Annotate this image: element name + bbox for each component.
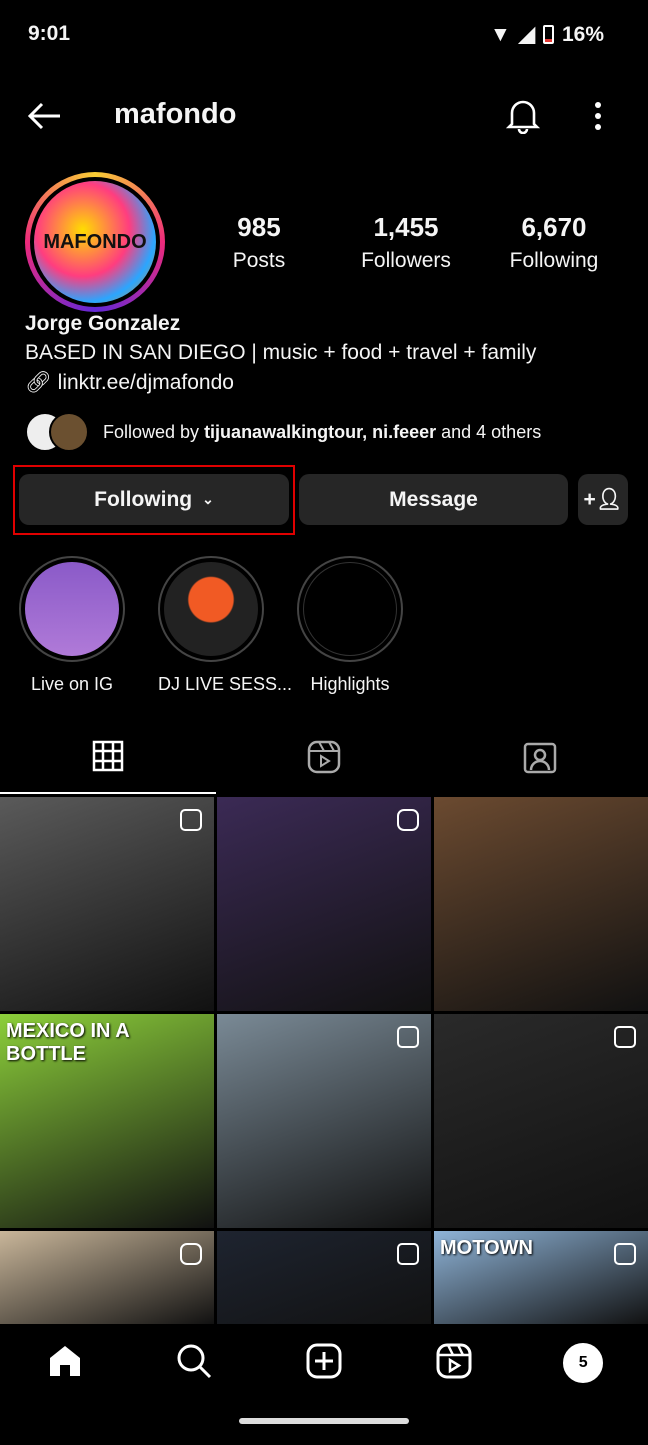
mutual-avatars (25, 412, 89, 452)
profile-username: mafondo (114, 98, 237, 130)
post-thumbnail[interactable] (217, 1231, 431, 1324)
post-thumbnail[interactable]: MOTOWN (434, 1231, 648, 1324)
post-thumbnail[interactable] (217, 797, 431, 1011)
reel-icon (180, 1243, 202, 1265)
stat-posts[interactable]: 985 Posts (222, 212, 296, 273)
battery-level: 16% (561, 22, 604, 46)
stat-following[interactable]: 6,670 Following (496, 212, 612, 273)
profile-bio: BASED IN SAN DIEGO | music + food + trav… (25, 341, 537, 364)
home-icon[interactable] (45, 1343, 85, 1383)
status-icons: ▼ ◢ 16% (490, 22, 604, 47)
highlight-highlights[interactable]: Highlights (297, 556, 403, 695)
message-button[interactable]: Message (299, 474, 568, 525)
carousel-icon (614, 1243, 636, 1265)
signal-icon: ◢ (518, 23, 535, 46)
reels-nav-icon[interactable] (434, 1343, 474, 1383)
highlight-dj-live[interactable]: DJ LIVE SESS... (158, 556, 292, 695)
post-caption-text: MOTOWN (440, 1237, 533, 1259)
home-indicator[interactable] (239, 1418, 409, 1424)
tagged-icon (523, 742, 557, 774)
link-icon: 🔗︎ (25, 371, 52, 394)
tab-tagged[interactable] (432, 720, 648, 794)
carousel-icon (397, 1243, 419, 1265)
profile-tabs (0, 720, 648, 794)
carousel-icon (180, 809, 202, 831)
search-icon[interactable] (174, 1343, 214, 1383)
post-caption-text: MEXICO IN A BOTTLE (6, 1020, 129, 1065)
profile-name: Jorge Gonzalez (25, 312, 181, 335)
carousel-icon (397, 1026, 419, 1048)
post-thumbnail[interactable] (434, 797, 648, 1011)
profile-avatar[interactable]: MAFONDO (25, 172, 165, 312)
carousel-icon (614, 1026, 636, 1048)
reels-icon (307, 740, 341, 774)
profile-link[interactable]: 🔗︎ linktr.ee/djmafondo (25, 371, 234, 395)
battery-icon (542, 25, 554, 44)
tab-posts[interactable] (0, 720, 216, 794)
reel-icon (397, 809, 419, 831)
bell-icon[interactable] (506, 98, 540, 134)
suggest-users-button[interactable]: +👤︎ (578, 474, 628, 525)
profile-nav-avatar[interactable]: 5 (563, 1343, 604, 1383)
post-thumbnail[interactable] (217, 1014, 431, 1228)
post-thumbnail[interactable]: MEXICO IN A BOTTLE (0, 1014, 214, 1228)
post-thumbnail[interactable] (0, 797, 214, 1011)
status-time: 9:01 (28, 22, 71, 45)
chevron-down-icon: ⌄ (202, 491, 214, 507)
stat-followers[interactable]: 1,455 Followers (346, 212, 466, 273)
followed-by[interactable]: Followed by tijuanawalkingtour, ni.feeer… (25, 412, 541, 452)
grid-icon (92, 740, 124, 772)
add-person-icon: +👤︎ (583, 487, 623, 511)
create-icon[interactable] (304, 1343, 344, 1383)
wifi-icon: ▼ (490, 22, 511, 46)
more-options-icon[interactable] (592, 100, 604, 132)
back-arrow-icon[interactable] (26, 100, 62, 132)
tab-reels[interactable] (216, 720, 432, 794)
highlight-live-on-ig[interactable]: Live on IG (19, 556, 125, 695)
post-thumbnail[interactable] (434, 1014, 648, 1228)
post-thumbnail[interactable] (0, 1231, 214, 1324)
following-button[interactable]: Following ⌄ (19, 474, 289, 525)
